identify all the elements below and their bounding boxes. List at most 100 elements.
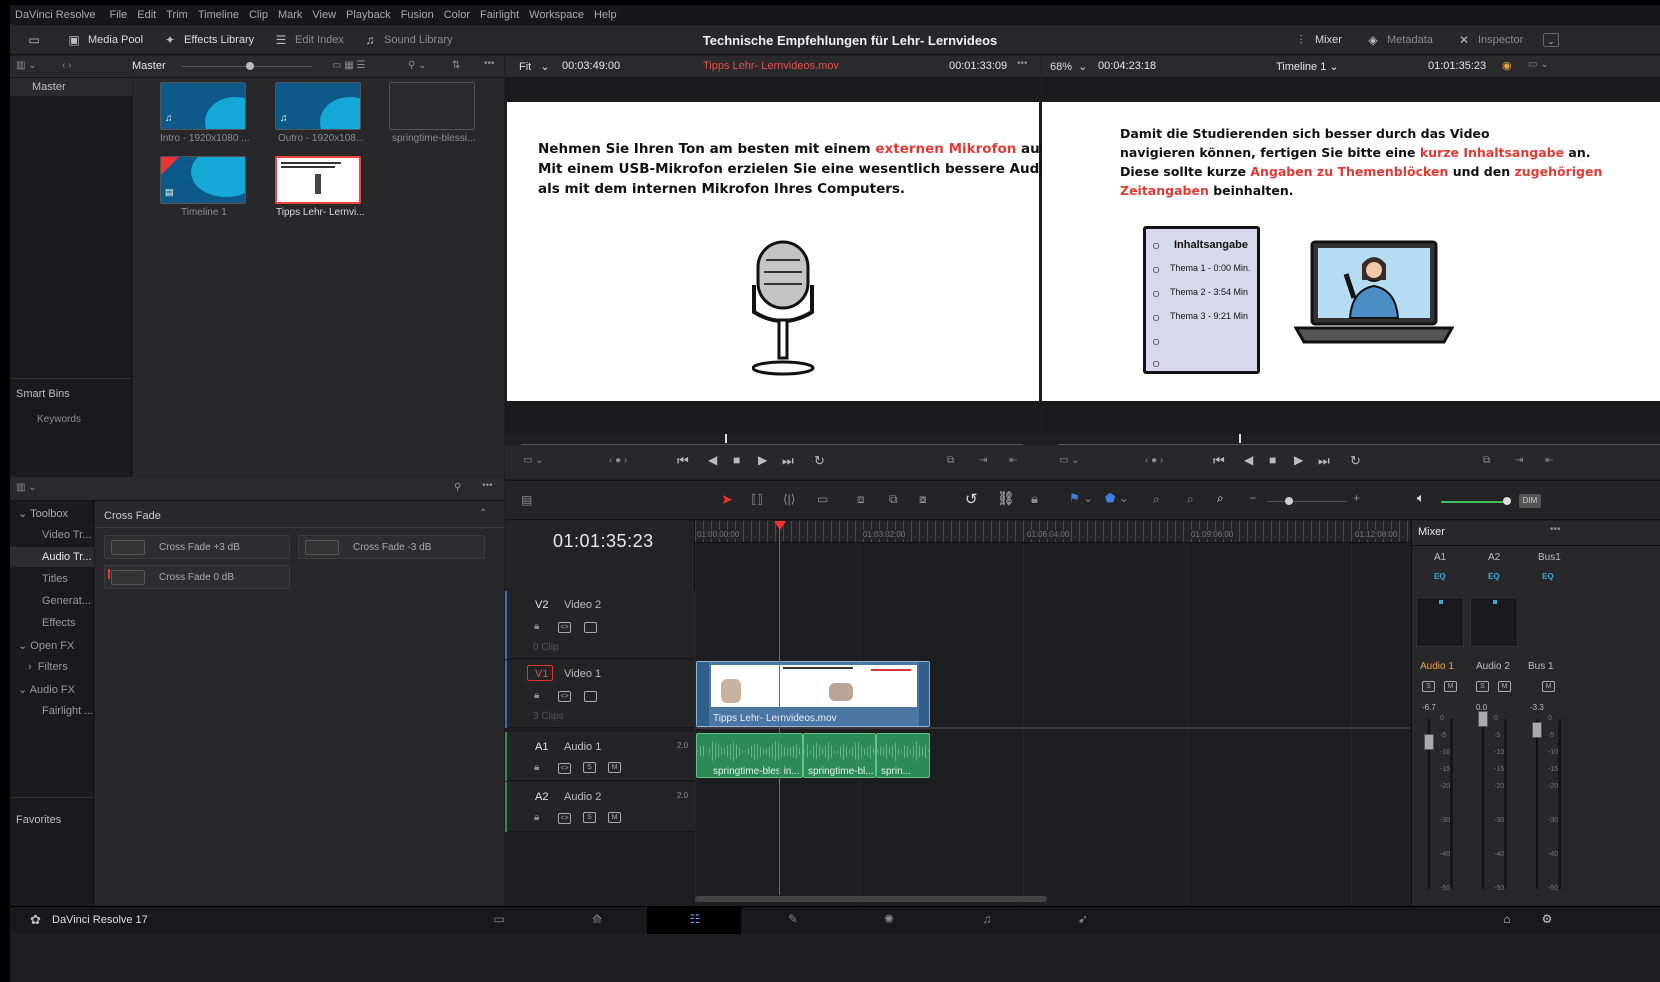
clip-thumbnail[interactable] bbox=[389, 82, 475, 130]
more-icon[interactable]: ••• bbox=[1017, 58, 1028, 69]
effect-cross-fade-minus3[interactable]: Cross Fade -3 dB bbox=[298, 535, 485, 559]
dim-button[interactable]: DIM bbox=[1519, 494, 1541, 508]
menu-fairlight[interactable]: Fairlight bbox=[480, 9, 519, 21]
menu-help[interactable]: Help bbox=[594, 9, 617, 21]
solo-button[interactable]: S bbox=[1476, 681, 1489, 692]
tree-audio-fx[interactable]: ⌄ Audio FX bbox=[18, 683, 75, 696]
play-reverse-icon[interactable]: ◀ bbox=[708, 453, 717, 467]
play-icon[interactable]: ▶ bbox=[1294, 453, 1303, 467]
bin-master[interactable] bbox=[10, 78, 132, 96]
source-playhead[interactable] bbox=[725, 434, 727, 443]
audio-clip[interactable]: springtime-bl... bbox=[803, 733, 876, 778]
mute-button[interactable]: M bbox=[1542, 681, 1555, 692]
mute-button[interactable]: M bbox=[608, 762, 621, 773]
tree-fairlight[interactable]: Fairlight ... bbox=[42, 705, 93, 717]
effect-cross-fade-plus3[interactable]: Cross Fade +3 dB bbox=[104, 535, 290, 559]
zoom-custom-icon[interactable]: ⌕ bbox=[1217, 491, 1224, 506]
solo-button[interactable]: S bbox=[583, 812, 596, 823]
panel-toggle-icon[interactable]: ▥ ⌄ bbox=[16, 482, 37, 493]
nav-arrows-icon[interactable]: ‹ › bbox=[62, 60, 71, 71]
timeline-thumbnail[interactable]: ▤ bbox=[160, 156, 246, 204]
page-edit-icon[interactable]: ☷ bbox=[686, 912, 704, 928]
fader-track[interactable] bbox=[1482, 719, 1484, 889]
lock-icon[interactable]: 🔒︎ bbox=[534, 812, 539, 823]
more-icon[interactable]: ••• bbox=[482, 480, 493, 491]
auto-select-icon[interactable]: <> bbox=[558, 813, 571, 824]
auto-select-icon[interactable]: <> bbox=[558, 691, 571, 702]
view-icons[interactable]: ▭ ▦ ☰ bbox=[332, 60, 365, 71]
timeline-dropdown[interactable]: Timeline 1 ⌄ bbox=[1276, 60, 1339, 73]
zoom-detail-icon[interactable]: ⌕ bbox=[1187, 492, 1194, 507]
mark-in-icon[interactable]: ⇥ bbox=[979, 455, 987, 466]
tree-generators[interactable]: Generat... bbox=[42, 595, 91, 607]
timeline-ruler[interactable]: 01:00:00:00 01:03:02:00 01:06:04:00 01:0… bbox=[695, 521, 1410, 543]
effect-cross-fade-0[interactable]: Cross Fade 0 dB bbox=[104, 565, 290, 589]
fit-dropdown[interactable]: Fit ⌄ bbox=[519, 60, 550, 73]
blade-tool-icon[interactable]: ▭ bbox=[817, 492, 828, 506]
clip-thumbnail[interactable]: ♫ bbox=[275, 82, 361, 130]
timeline-playhead[interactable] bbox=[1239, 434, 1241, 443]
timeline-zoom-knob[interactable] bbox=[1285, 497, 1293, 505]
playhead-line[interactable] bbox=[779, 521, 780, 895]
viewer-mode-icon[interactable]: ▭ ⌄ bbox=[1528, 59, 1549, 70]
eq-button[interactable]: EQ bbox=[1488, 572, 1500, 581]
media-pool-button[interactable]: ▣ Media Pool bbox=[66, 32, 143, 48]
menu-mark[interactable]: Mark bbox=[278, 9, 302, 21]
match-frame-icon[interactable]: ⧉ bbox=[1483, 455, 1490, 466]
search-icon[interactable]: ⚲ bbox=[454, 482, 461, 493]
menu-edit[interactable]: Edit bbox=[137, 9, 156, 21]
eq-button[interactable]: EQ bbox=[1542, 572, 1554, 581]
zoom-full-icon[interactable]: ⌕ bbox=[1153, 492, 1160, 507]
replace-clip-icon[interactable]: ⧇ bbox=[919, 492, 927, 507]
timeline-zoom-slider[interactable] bbox=[1267, 501, 1347, 502]
tree-effects[interactable]: Effects bbox=[42, 617, 75, 629]
auto-select-icon[interactable]: <> bbox=[558, 622, 571, 633]
mute-button[interactable]: M bbox=[1444, 681, 1457, 692]
play-icon[interactable]: ▶ bbox=[758, 453, 767, 467]
playhead-marker[interactable] bbox=[774, 521, 786, 530]
menu-clip[interactable]: Clip bbox=[249, 9, 268, 21]
skip-end-icon[interactable]: ⏭ bbox=[782, 453, 794, 469]
metadata-button[interactable]: ◈ Metadata bbox=[1365, 32, 1433, 48]
lock-icon[interactable]: 🔒︎ bbox=[534, 690, 539, 701]
insert-clip-icon[interactable]: ⧈ bbox=[857, 492, 865, 507]
video-clip[interactable]: Tipps Lehr- Lernvideos.mov bbox=[696, 661, 930, 727]
page-fusion-icon[interactable]: ✎ bbox=[784, 912, 802, 928]
pan-control[interactable] bbox=[1416, 597, 1464, 647]
pan-control[interactable] bbox=[1470, 597, 1518, 647]
timeline-view-icon[interactable]: ▤ bbox=[521, 493, 532, 507]
zoom-slider-knob[interactable] bbox=[246, 62, 254, 70]
color-icon[interactable]: ◉ bbox=[1502, 59, 1512, 72]
clip-thumbnail[interactable]: ♫ bbox=[160, 82, 246, 130]
skip-end-icon[interactable]: ⏭ bbox=[1318, 453, 1330, 469]
menu-davinci[interactable]: DaVinci Resolve bbox=[15, 9, 96, 21]
menu-color[interactable]: Color bbox=[444, 9, 470, 21]
menu-timeline[interactable]: Timeline bbox=[198, 9, 239, 21]
menu-workspace[interactable]: Workspace bbox=[529, 9, 584, 21]
dynamic-trim-icon[interactable]: ⟨|⟩ bbox=[783, 492, 795, 506]
sound-library-button[interactable]: ♫ Sound Library bbox=[362, 32, 453, 48]
fader-track[interactable] bbox=[1536, 719, 1538, 889]
overwrite-clip-icon[interactable]: ⧉ bbox=[889, 492, 898, 507]
sort-icon[interactable]: ⇅ bbox=[452, 60, 460, 71]
play-reverse-icon[interactable]: ◀ bbox=[1244, 453, 1253, 467]
zoom-in-icon[interactable]: + bbox=[1353, 491, 1360, 505]
tree-video-transitions[interactable]: Video Tr... bbox=[42, 529, 91, 541]
mark-out-icon[interactable]: ⇤ bbox=[1545, 455, 1553, 466]
timeline-scrollbar[interactable] bbox=[695, 896, 1047, 902]
jog-icon[interactable]: ‹ ● › bbox=[609, 455, 627, 466]
page-color-icon[interactable]: ✺ bbox=[880, 912, 898, 928]
inspector-button[interactable]: ✕ Inspector bbox=[1456, 32, 1523, 48]
effects-library-button[interactable]: ✦ Effects Library bbox=[162, 32, 254, 48]
menu-trim[interactable]: Trim bbox=[166, 9, 188, 21]
marker-icon[interactable]: ⬟ ⌄ bbox=[1105, 491, 1129, 505]
more-icon[interactable]: ••• bbox=[1550, 524, 1561, 535]
fader-knob[interactable] bbox=[1424, 733, 1434, 750]
edit-index-button[interactable]: ☰ Edit Index bbox=[273, 32, 344, 48]
source-viewer[interactable]: Nehmen Sie Ihren Ton am besten mit einem… bbox=[505, 78, 1113, 445]
trim-tool-icon[interactable]: ⟦⟧ bbox=[751, 492, 763, 506]
lock-icon[interactable]: 🔒︎ bbox=[534, 621, 539, 632]
audio-clip[interactable]: springtime-bles in... bbox=[696, 733, 803, 778]
timeline-mode-icon[interactable]: ▭ ⌄ bbox=[1059, 455, 1080, 466]
stop-icon[interactable]: ■ bbox=[733, 453, 740, 467]
